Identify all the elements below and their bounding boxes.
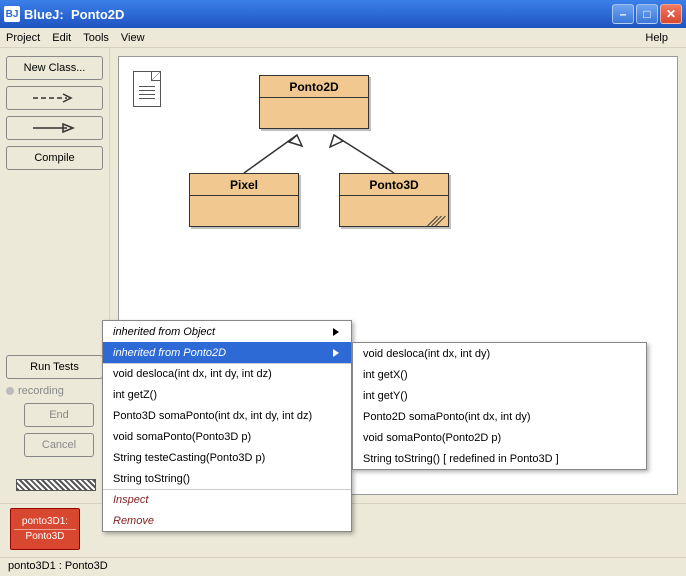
menu-method[interactable]: String toString(): [103, 468, 351, 489]
class-pixel[interactable]: Pixel: [189, 173, 299, 227]
recording-indicator: recording: [6, 385, 103, 397]
cancel-button[interactable]: Cancel: [24, 433, 94, 457]
class-name: Ponto2D: [260, 76, 368, 98]
menu-project[interactable]: Project: [6, 32, 40, 44]
context-menu: inherited from Object inherited from Pon…: [102, 320, 352, 532]
run-tests-button[interactable]: Run Tests: [6, 355, 103, 379]
solid-arrow-button[interactable]: [6, 116, 103, 140]
object-instance[interactable]: ponto3D1: Ponto3D: [10, 508, 80, 550]
submenu-arrow-icon: [333, 349, 341, 357]
app-icon: BJ: [4, 6, 20, 22]
class-name: Ponto3D: [340, 174, 448, 196]
menu-method[interactable]: void desloca(int dx, int dy, int dz): [103, 363, 351, 384]
menu-tools[interactable]: Tools: [83, 32, 109, 44]
dashed-arrow-icon: [31, 92, 79, 104]
end-button[interactable]: End: [24, 403, 94, 427]
solid-arrow-icon: [31, 122, 79, 134]
menu-inspect[interactable]: Inspect: [103, 489, 351, 510]
menu-method[interactable]: String testeCasting(Ponto3D p): [103, 447, 351, 468]
menu-inherited-ponto2d[interactable]: inherited from Ponto2D: [103, 342, 351, 363]
menu-inherited-object[interactable]: inherited from Object: [103, 321, 351, 342]
dashed-arrow-button[interactable]: [6, 86, 103, 110]
close-button[interactable]: ✕: [660, 4, 682, 24]
menu-help[interactable]: Help: [645, 32, 668, 44]
submenu-method[interactable]: void somaPonto(Ponto2D p): [353, 427, 646, 448]
menu-remove[interactable]: Remove: [103, 510, 351, 531]
compile-button[interactable]: Compile: [6, 146, 103, 170]
submenu-method[interactable]: int getY(): [353, 385, 646, 406]
submenu-arrow-icon: [333, 328, 341, 336]
window-title: BlueJ: Ponto2D: [24, 7, 610, 22]
progress-hatch: [16, 479, 96, 491]
menu-method[interactable]: int getZ(): [103, 384, 351, 405]
context-submenu: void desloca(int dx, int dy) int getX() …: [352, 342, 647, 470]
class-ponto2d[interactable]: Ponto2D: [259, 75, 369, 129]
left-panel: New Class... Compile Run Tests recording…: [0, 48, 110, 503]
minimize-button[interactable]: –: [612, 4, 634, 24]
submenu-method[interactable]: Ponto2D somaPonto(int dx, int dy): [353, 406, 646, 427]
menu-method[interactable]: Ponto3D somaPonto(int dx, int dy, int dz…: [103, 405, 351, 426]
menu-view[interactable]: View: [121, 32, 145, 44]
submenu-method[interactable]: int getX(): [353, 364, 646, 385]
menu-method[interactable]: void somaPonto(Ponto3D p): [103, 426, 351, 447]
hatch-icon: [430, 214, 446, 224]
submenu-method[interactable]: String toString() [ redefined in Ponto3D…: [353, 448, 646, 469]
statusbar: ponto3D1 : Ponto3D: [0, 557, 686, 576]
class-ponto3d[interactable]: Ponto3D: [339, 173, 449, 227]
titlebar: BJ BlueJ: Ponto2D – □ ✕: [0, 0, 686, 28]
menu-edit[interactable]: Edit: [52, 32, 71, 44]
class-name: Pixel: [190, 174, 298, 196]
new-class-button[interactable]: New Class...: [6, 56, 103, 80]
status-text: ponto3D1 : Ponto3D: [8, 560, 108, 572]
submenu-method[interactable]: void desloca(int dx, int dy): [353, 343, 646, 364]
record-dot-icon: [6, 387, 14, 395]
readme-icon[interactable]: [133, 71, 161, 107]
menubar: Project Edit Tools View Help: [0, 28, 686, 48]
maximize-button[interactable]: □: [636, 4, 658, 24]
